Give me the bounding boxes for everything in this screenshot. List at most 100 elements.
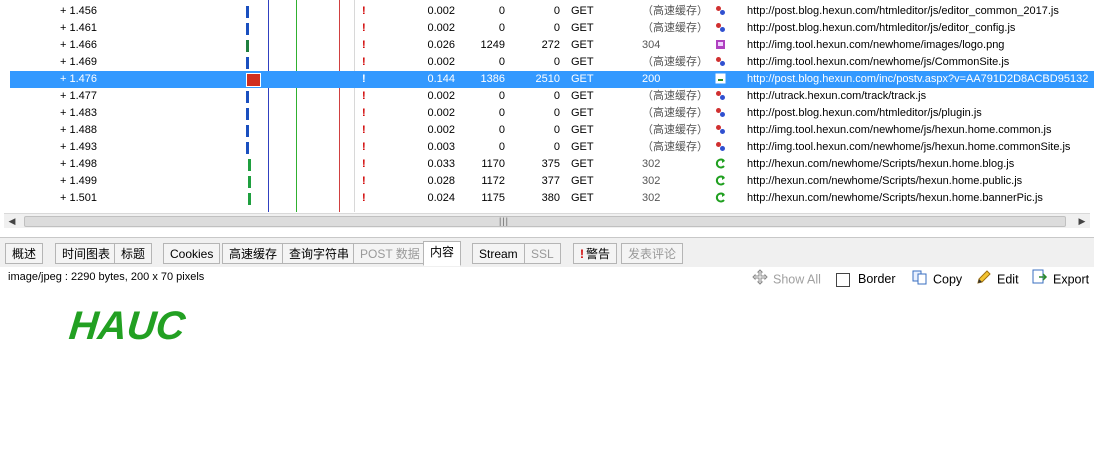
row-duration: 0.002 xyxy=(427,107,455,119)
horizontal-scrollbar[interactable]: ◀ ||| ▶ xyxy=(4,213,1090,228)
row-sent-bytes: 0 xyxy=(498,124,505,136)
timeline-bar xyxy=(246,108,249,120)
tab-label: POST 数据 xyxy=(360,247,420,261)
row-result: （高速缓存） xyxy=(642,124,704,136)
timeline-cell xyxy=(10,88,370,105)
row-method: GET xyxy=(571,56,594,68)
table-row[interactable]: + 1.488 0.002 0 0 GET （高速缓存） http://img.tool.h… xyxy=(10,122,1094,139)
table-row[interactable]: + 1.493 0.003 0 0 GET （高速缓存） http://img.tool.h… xyxy=(10,139,1094,156)
link-icon xyxy=(715,20,729,37)
row-method: GET xyxy=(571,192,594,204)
row-method: GET xyxy=(571,22,594,34)
warning-icon: ! xyxy=(580,247,584,261)
row-method: GET xyxy=(571,175,594,187)
row-received-bytes: 0 xyxy=(553,141,560,153)
table-row[interactable]: + 1.498 0.033 1170 375 GET 302 http://hexun.co… xyxy=(10,156,1094,173)
row-received-bytes: 0 xyxy=(553,90,560,102)
tab-0[interactable]: 概述 xyxy=(5,243,44,264)
scrollbar-thumb[interactable]: ||| xyxy=(24,216,1066,227)
timeline-bar xyxy=(246,73,261,87)
timeline-cell xyxy=(10,122,370,139)
move-icon xyxy=(752,269,768,291)
link-icon xyxy=(715,3,729,20)
row-received-bytes: 0 xyxy=(553,124,560,136)
tab-2[interactable]: 标题 xyxy=(114,243,153,264)
tab-5[interactable]: 查询字符串 xyxy=(282,243,357,264)
row-received-bytes: 377 xyxy=(541,175,560,187)
timeline-bar xyxy=(246,142,249,154)
table-row[interactable]: + 1.466 0.026 1249 272 GET 304 http://img.tool… xyxy=(10,37,1094,54)
row-received-bytes: 380 xyxy=(541,192,560,204)
row-duration: 0.026 xyxy=(427,39,455,51)
row-duration: 0.002 xyxy=(427,90,455,102)
export-icon xyxy=(1032,269,1048,291)
row-method: GET xyxy=(571,39,594,51)
tab-7[interactable]: 内容 xyxy=(423,241,462,266)
tab-4[interactable]: 高速缓存 xyxy=(222,243,285,264)
export-button[interactable]: Export xyxy=(1032,269,1089,289)
row-result: （高速缓存） xyxy=(642,107,704,119)
timeline-bar xyxy=(248,193,251,205)
row-url: http://img.tool.hexun.com/newhome/js/hex… xyxy=(747,124,1052,136)
row-url: http://img.tool.hexun.com/newhome/js/hex… xyxy=(747,141,1071,153)
row-duration: 0.002 xyxy=(427,5,455,17)
row-url: http://post.blog.hexun.com/htmleditor/js… xyxy=(747,22,1016,34)
scroll-left-arrow[interactable]: ◀ xyxy=(6,215,18,227)
table-row[interactable]: + 1.469 0.002 0 0 GET （高速缓存） http://img.tool.h… xyxy=(10,54,1094,71)
timeline-bar xyxy=(246,91,249,103)
timeline-cell xyxy=(10,20,370,37)
row-received-bytes: 375 xyxy=(541,158,560,170)
table-row[interactable]: + 1.501 0.024 1175 380 GET 302 http://hexun.co… xyxy=(10,190,1094,207)
border-checkbox[interactable]: Border xyxy=(836,269,896,289)
edit-button[interactable]: Edit xyxy=(976,269,1019,289)
row-result: 302 xyxy=(642,192,661,204)
tab-label: 标题 xyxy=(121,247,146,261)
show-all-button[interactable]: Show All xyxy=(752,269,821,289)
row-sent-bytes: 1170 xyxy=(481,158,505,170)
scroll-right-arrow[interactable]: ▶ xyxy=(1076,215,1088,227)
row-duration: 0.033 xyxy=(427,158,455,170)
tab-label: SSL xyxy=(531,247,554,261)
row-method: GET xyxy=(571,141,594,153)
tab-label: 警告 xyxy=(586,247,611,261)
table-row[interactable]: + 1.477 0.002 0 0 GET （高速缓存） http://utrack.hex… xyxy=(10,88,1094,105)
row-method: GET xyxy=(571,158,594,170)
table-row[interactable]: + 1.483 0.002 0 0 GET （高速缓存） http://post.blog.… xyxy=(10,105,1094,122)
row-result: （高速缓存） xyxy=(642,141,704,153)
row-duration: 0.003 xyxy=(427,141,455,153)
row-result: 302 xyxy=(642,175,661,187)
row-method: GET xyxy=(571,73,594,85)
request-list: + 1.456 0.002 0 0 GET （高速缓存） http://post.blog.… xyxy=(0,0,1094,212)
copy-button[interactable]: Copy xyxy=(912,269,962,289)
row-sent-bytes: 1175 xyxy=(481,192,505,204)
checkbox-box[interactable] xyxy=(836,272,850,287)
tab-8[interactable]: Stream xyxy=(472,243,525,264)
row-sent-bytes: 0 xyxy=(498,22,505,34)
row-sent-bytes: 0 xyxy=(498,107,505,119)
row-url: http://post.blog.hexun.com/htmleditor/js… xyxy=(747,5,1059,17)
link-icon xyxy=(715,54,729,71)
tab-label: 时间图表 xyxy=(62,247,111,261)
row-received-bytes: 0 xyxy=(553,5,560,17)
tab-10[interactable]: ! 警告 xyxy=(573,243,618,264)
timeline-cell xyxy=(10,139,370,156)
row-method: GET xyxy=(571,5,594,17)
table-row[interactable]: + 1.499 0.028 1172 377 GET 302 http://hexun.co… xyxy=(10,173,1094,190)
tab-3[interactable]: Cookies xyxy=(163,243,221,264)
row-duration: 0.002 xyxy=(427,56,455,68)
tab-label: 内容 xyxy=(430,245,455,259)
table-row[interactable]: + 1.461 0.002 0 0 GET （高速缓存） http://post.blog.… xyxy=(10,20,1094,37)
redirect-icon xyxy=(715,156,729,173)
tab-11[interactable]: 发表评论 xyxy=(621,243,684,264)
row-url: http://post.blog.hexun.com/inc/postv.asp… xyxy=(747,73,1089,85)
table-row[interactable]: + 1.476 0.144 1386 2510 GET 200 http://post.bl… xyxy=(10,71,1094,88)
row-duration: 0.002 xyxy=(427,124,455,136)
tab-9[interactable]: SSL xyxy=(524,243,561,264)
tab-6[interactable]: POST 数据 xyxy=(353,243,427,264)
content-pane: image/jpeg : 2290 bytes, 200 x 70 pixels… xyxy=(0,267,1094,466)
timeline-cell xyxy=(10,3,370,20)
table-row[interactable]: + 1.456 0.002 0 0 GET （高速缓存） http://post.blog.… xyxy=(10,3,1094,20)
timeline-cell xyxy=(10,173,370,190)
timeline-bar xyxy=(246,40,249,52)
tab-1[interactable]: 时间图表 xyxy=(55,243,118,264)
